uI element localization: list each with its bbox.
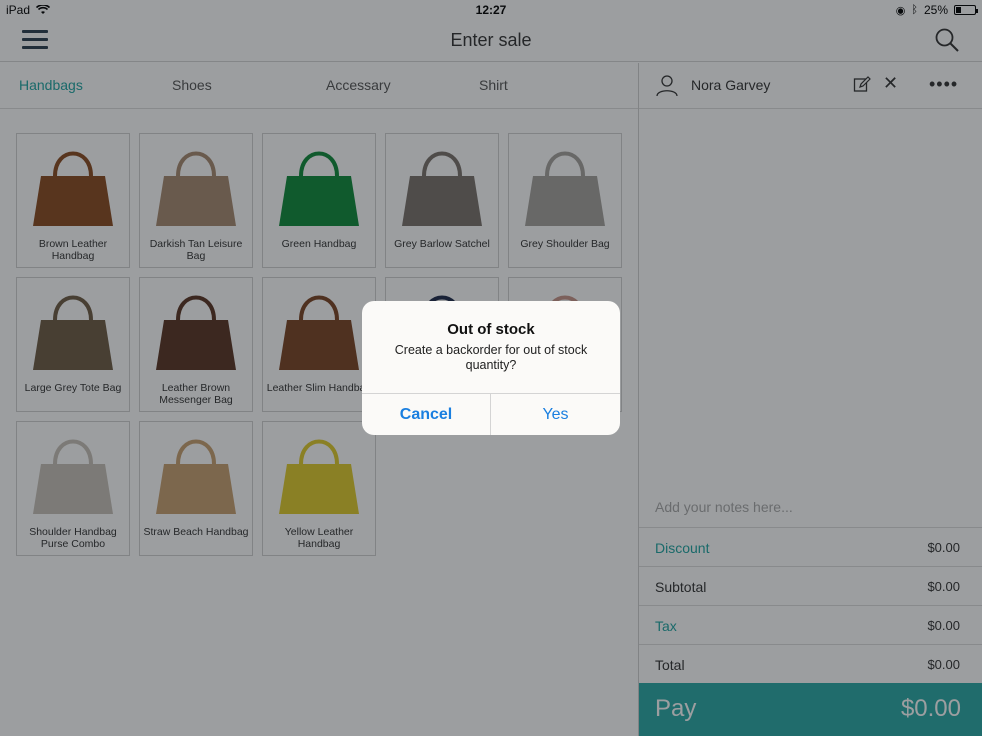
alert-buttons: Cancel Yes [362,393,620,435]
yes-button[interactable]: Yes [491,394,620,435]
cancel-button[interactable]: Cancel [362,394,491,435]
alert-title: Out of stock [447,321,535,338]
alert-message: Create a backorder for out of stock quan… [394,343,588,372]
out-of-stock-alert: Out of stock Create a backorder for out … [362,301,620,435]
